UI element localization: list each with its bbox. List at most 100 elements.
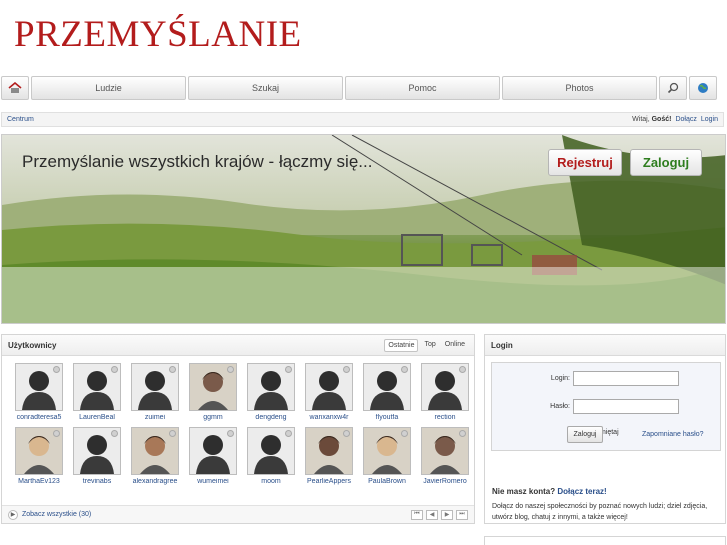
first-page-icon[interactable]: ⏮: [411, 509, 423, 520]
user-card[interactable]: PaulaBrown: [358, 427, 416, 485]
avatar[interactable]: [421, 427, 469, 475]
user-card[interactable]: rection: [416, 363, 474, 421]
user-card[interactable]: alexandragree: [126, 427, 184, 485]
tab-online[interactable]: Online: [442, 339, 468, 352]
users-grid: conradteresa5 LaurenBeal zuimei ggmm dengden…: [10, 363, 474, 485]
username-link[interactable]: JavierRomero: [416, 478, 474, 485]
login-panel: Login Login: Hasło: Zapamiętaj Zaloguj Z…: [484, 334, 726, 524]
next-page-icon[interactable]: ▶: [441, 509, 453, 520]
status-indicator: [111, 366, 118, 373]
join-now-link[interactable]: Dołącz teraz!: [557, 487, 606, 496]
username-link[interactable]: dengdeng: [242, 414, 300, 421]
avatar[interactable]: [131, 427, 179, 475]
username-link[interactable]: PearlieAppers: [300, 478, 358, 485]
user-card[interactable]: wanxanxw4r: [300, 363, 358, 421]
login-label: Login:: [550, 375, 570, 382]
avatar[interactable]: [15, 363, 63, 411]
avatar[interactable]: [247, 427, 295, 475]
username-link[interactable]: conradteresa5: [10, 414, 68, 421]
status-indicator: [227, 366, 234, 373]
username-link[interactable]: alexandragree: [126, 478, 184, 485]
login-submit-button[interactable]: Zaloguj: [567, 426, 603, 443]
prev-page-icon[interactable]: ◀: [426, 509, 438, 520]
nav-search[interactable]: Szukaj: [188, 76, 343, 100]
avatar[interactable]: [189, 427, 237, 475]
avatar[interactable]: [189, 363, 237, 411]
user-card[interactable]: dengdeng: [242, 363, 300, 421]
username-link[interactable]: moom: [242, 478, 300, 485]
tab-top[interactable]: Top: [421, 339, 438, 352]
join-link[interactable]: Dołącz: [675, 116, 696, 123]
user-card[interactable]: trevinabs: [68, 427, 126, 485]
status-indicator: [401, 430, 408, 437]
nav-people[interactable]: Ludzie: [31, 76, 186, 100]
status-indicator: [343, 430, 350, 437]
status-indicator: [169, 430, 176, 437]
username-link[interactable]: wumeimei: [184, 478, 242, 485]
user-card[interactable]: JavierRomero: [416, 427, 474, 485]
search-icon: [667, 82, 679, 94]
user-card[interactable]: PearlieAppers: [300, 427, 358, 485]
user-card[interactable]: LaurenBeal: [68, 363, 126, 421]
see-all-text[interactable]: Zobacz wszystkie (30): [22, 511, 91, 518]
see-all-link[interactable]: ▶ Zobacz wszystkie (30): [8, 509, 91, 520]
home-button[interactable]: [1, 76, 29, 100]
play-icon: ▶: [8, 509, 18, 520]
password-input[interactable]: [573, 399, 679, 414]
username-link[interactable]: flyoutfa: [358, 414, 416, 421]
login-panel-header: Login: [485, 335, 725, 356]
breadcrumb-home[interactable]: Centrum: [7, 116, 34, 123]
status-indicator: [401, 366, 408, 373]
login-panel-title: Login: [491, 340, 513, 350]
avatar[interactable]: [15, 427, 63, 475]
status-indicator: [227, 430, 234, 437]
hero-login-button[interactable]: Zaloguj: [630, 149, 702, 176]
users-panel-header: Użytkownicy Ostatnie Top Online: [2, 335, 474, 356]
username-link[interactable]: LaurenBeal: [68, 414, 126, 421]
username-link[interactable]: wanxanxw4r: [300, 414, 358, 421]
status-indicator: [285, 430, 292, 437]
nav-photos[interactable]: Photos: [502, 76, 657, 100]
user-card[interactable]: MarthaEv123: [10, 427, 68, 485]
user-links: Witaj, Gość! Dołącz Login: [632, 116, 718, 123]
username-link[interactable]: rection: [416, 414, 474, 421]
avatar[interactable]: [247, 363, 295, 411]
language-button[interactable]: [689, 76, 717, 100]
user-card[interactable]: flyoutfa: [358, 363, 416, 421]
forgot-password-link[interactable]: Zapomniane hasło?: [642, 431, 704, 438]
site-logo[interactable]: PRZEMYŚLANIE: [14, 15, 302, 55]
user-card[interactable]: conradteresa5: [10, 363, 68, 421]
status-indicator: [343, 366, 350, 373]
hero-overlay: [2, 267, 725, 323]
greeting-text: Witaj, Gość!: [632, 116, 672, 123]
tab-recent[interactable]: Ostatnie: [384, 338, 419, 352]
avatar[interactable]: [305, 363, 353, 411]
last-page-icon[interactable]: ⏭: [456, 509, 468, 520]
username-link[interactable]: ggmm: [184, 414, 242, 421]
avatar[interactable]: [363, 363, 411, 411]
user-card[interactable]: wumeimei: [184, 427, 242, 485]
avatar[interactable]: [73, 427, 121, 475]
login-link[interactable]: Login: [701, 116, 718, 123]
status-indicator: [459, 430, 466, 437]
avatar[interactable]: [421, 363, 469, 411]
username-link[interactable]: MarthaEv123: [10, 478, 68, 485]
users-panel: Użytkownicy Ostatnie Top Online conradte…: [1, 334, 475, 524]
login-input[interactable]: [573, 371, 679, 386]
avatar[interactable]: [73, 363, 121, 411]
search-button[interactable]: [659, 76, 687, 100]
username-link[interactable]: zuimei: [126, 414, 184, 421]
users-panel-footer: ▶ Zobacz wszystkie (30) ⏮ ◀ ▶ ⏭: [2, 505, 474, 523]
nav-help[interactable]: Pomoc: [345, 76, 500, 100]
username-link[interactable]: PaulaBrown: [358, 478, 416, 485]
users-pager: ⏮ ◀ ▶ ⏭: [411, 509, 468, 520]
status-indicator: [53, 366, 60, 373]
user-card[interactable]: ggmm: [184, 363, 242, 421]
username-link[interactable]: trevinabs: [68, 478, 126, 485]
user-card[interactable]: zuimei: [126, 363, 184, 421]
user-card[interactable]: moom: [242, 427, 300, 485]
avatar[interactable]: [131, 363, 179, 411]
avatar[interactable]: [305, 427, 353, 475]
register-button[interactable]: Rejestruj: [548, 149, 622, 176]
avatar[interactable]: [363, 427, 411, 475]
